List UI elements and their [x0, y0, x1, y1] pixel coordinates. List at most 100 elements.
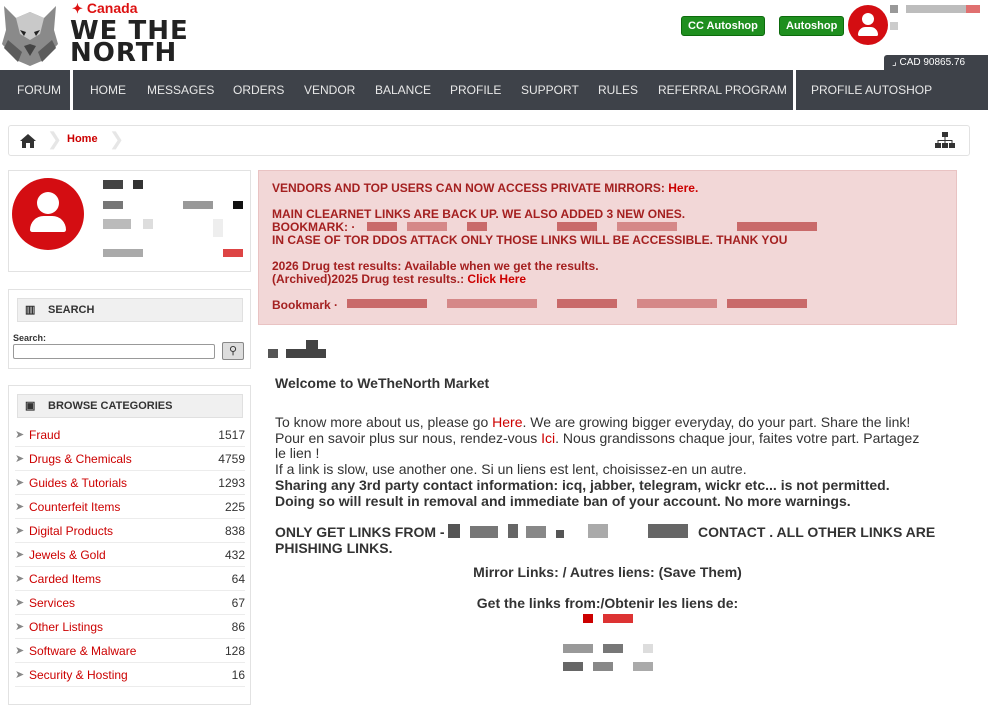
nav-balance[interactable]: BALANCE: [375, 70, 431, 110]
nav-home[interactable]: HOME: [90, 70, 126, 110]
bar-chart-icon: ▥: [25, 304, 36, 316]
profile-avatar[interactable]: [12, 178, 84, 250]
links-warning-line: ONLY GET LINKS FROM -: [275, 524, 445, 540]
nav-forum[interactable]: FORUM: [17, 70, 61, 110]
maple-leaf-icon: ✦: [72, 1, 83, 16]
redacted-block: [526, 526, 546, 538]
sitemap-icon[interactable]: [935, 132, 955, 148]
redacted-block: [727, 299, 807, 308]
category-name[interactable]: Security & Hosting: [29, 668, 128, 682]
arrow-right-icon: ➤: [15, 573, 25, 585]
about-ici-link[interactable]: Ici: [541, 430, 555, 446]
category-count: 1517: [218, 428, 245, 442]
balance-display[interactable]: ⌟ CAD 90865.76: [884, 55, 988, 71]
redacted-block: [890, 22, 898, 30]
chevron-right-icon: ❯: [109, 129, 125, 149]
category-item[interactable]: ➤ Security & Hosting 16: [15, 663, 245, 687]
private-mirrors-link[interactable]: Here.: [668, 181, 698, 195]
category-name[interactable]: Drugs & Chemicals: [29, 452, 132, 466]
paragraph-line: If a link is slow, use another one. Si u…: [275, 461, 747, 477]
search-input[interactable]: [13, 344, 215, 359]
category-name[interactable]: Counterfeit Items: [29, 500, 120, 514]
category-item[interactable]: ➤ Counterfeit Items 225: [15, 495, 245, 519]
paragraph-text: . We are growing bigger everyday, do you…: [522, 414, 911, 430]
search-label: Search:: [13, 333, 47, 343]
category-count: 64: [231, 572, 245, 586]
search-header: ▥ SEARCH: [17, 298, 243, 322]
category-name[interactable]: Carded Items: [29, 572, 101, 586]
category-item[interactable]: ➤ Software & Malware 128: [15, 639, 245, 663]
redacted-block: [103, 201, 123, 209]
category-name[interactable]: Digital Products: [29, 524, 113, 538]
links-warning-line: CONTACT . ALL OTHER LINKS ARE: [698, 524, 936, 540]
redacted-block: [603, 614, 633, 623]
paragraph-text: To know more about us, please go: [275, 414, 493, 430]
user-avatar[interactable]: [848, 5, 888, 45]
about-here-link[interactable]: Here: [492, 414, 522, 430]
category-count: 16: [231, 668, 245, 682]
nav-vendor[interactable]: VENDOR: [304, 70, 355, 110]
drug-test-results-link[interactable]: Click Here: [467, 272, 526, 286]
wolf-logo-icon[interactable]: [0, 0, 60, 68]
arrow-right-icon: ➤: [15, 645, 25, 657]
get-links-heading: Get the links from:/Obtenir les liens de…: [476, 595, 739, 611]
nav-messages[interactable]: MESSAGES: [147, 70, 214, 110]
cc-autoshop-button[interactable]: CC Autoshop: [681, 16, 765, 36]
breadcrumb: ❯ Home ❯: [8, 125, 970, 156]
nav-rules[interactable]: RULES: [598, 70, 638, 110]
category-name[interactable]: Software & Malware: [29, 644, 136, 658]
category-item[interactable]: ➤ Drugs & Chemicals 4759: [15, 447, 245, 471]
paragraph-text: . Nous grandissons chaque jour, faites v…: [555, 430, 920, 446]
paragraph-line: le lien !: [275, 445, 320, 461]
arrow-right-icon: ➤: [15, 597, 25, 609]
category-item[interactable]: ➤ Guides & Tutorials 1293: [15, 471, 245, 495]
category-count: 838: [224, 524, 245, 538]
category-item[interactable]: ➤ Other Listings 86: [15, 615, 245, 639]
category-item[interactable]: ➤ Digital Products 838: [15, 519, 245, 543]
categories-header: ▣ BROWSE CATEGORIES: [17, 394, 243, 418]
arrow-right-icon: ➤: [15, 429, 25, 441]
category-item[interactable]: ➤ Fraud 1517: [15, 423, 245, 447]
category-name[interactable]: Jewels & Gold: [29, 548, 106, 562]
breadcrumb-home-link[interactable]: Home: [67, 133, 98, 145]
brand-name[interactable]: WE THE NORTH: [70, 18, 189, 68]
category-name[interactable]: Other Listings: [29, 620, 103, 634]
redacted-block: [648, 524, 688, 538]
search-button[interactable]: ⚲: [222, 342, 244, 360]
home-icon[interactable]: [19, 133, 37, 149]
mirror-links-heading: Mirror Links: / Autres liens: (Save Them…: [473, 564, 742, 580]
nav-orders[interactable]: ORDERS: [233, 70, 284, 110]
redacted-block: [470, 526, 498, 538]
nav-referral-program[interactable]: REFERRAL PROGRAM: [658, 70, 787, 110]
redacted-block: [183, 201, 213, 209]
redacted-block: [407, 222, 447, 231]
redacted-block: [906, 5, 966, 13]
category-count: 225: [224, 500, 245, 514]
redacted-block: [643, 644, 653, 653]
category-name[interactable]: Services: [29, 596, 75, 610]
redacted-block: [890, 5, 898, 13]
nav-profile[interactable]: PROFILE: [450, 70, 501, 110]
nav-support[interactable]: SUPPORT: [521, 70, 579, 110]
search-title: SEARCH: [48, 304, 95, 316]
redacted-block: [617, 222, 677, 231]
redacted-block: [966, 5, 980, 13]
redacted-block: [103, 249, 143, 257]
brand-country: ✦ Canada: [72, 0, 137, 17]
category-item[interactable]: ➤ Carded Items 64: [15, 567, 245, 591]
search-icon: ⚲: [228, 345, 238, 357]
category-count: 128: [224, 644, 245, 658]
category-item[interactable]: ➤ Jewels & Gold 432: [15, 543, 245, 567]
warning-line: Doing so will result in removal and imme…: [275, 493, 851, 509]
paragraph-line: To know more about us, please go Here. W…: [275, 414, 910, 430]
redacted-block: [633, 662, 653, 671]
brand-name-line2: NORTH: [70, 38, 178, 68]
arrow-right-icon: ➤: [15, 501, 25, 513]
category-item[interactable]: ➤ Services 67: [15, 591, 245, 615]
category-name[interactable]: Fraud: [29, 428, 60, 442]
category-count: 67: [231, 596, 245, 610]
nav-profile-autoshop[interactable]: PROFILE AUTOSHOP: [811, 70, 932, 110]
autoshop-button[interactable]: Autoshop: [779, 16, 845, 36]
chevron-right-icon: ❯: [47, 129, 63, 149]
category-name[interactable]: Guides & Tutorials: [29, 476, 127, 490]
